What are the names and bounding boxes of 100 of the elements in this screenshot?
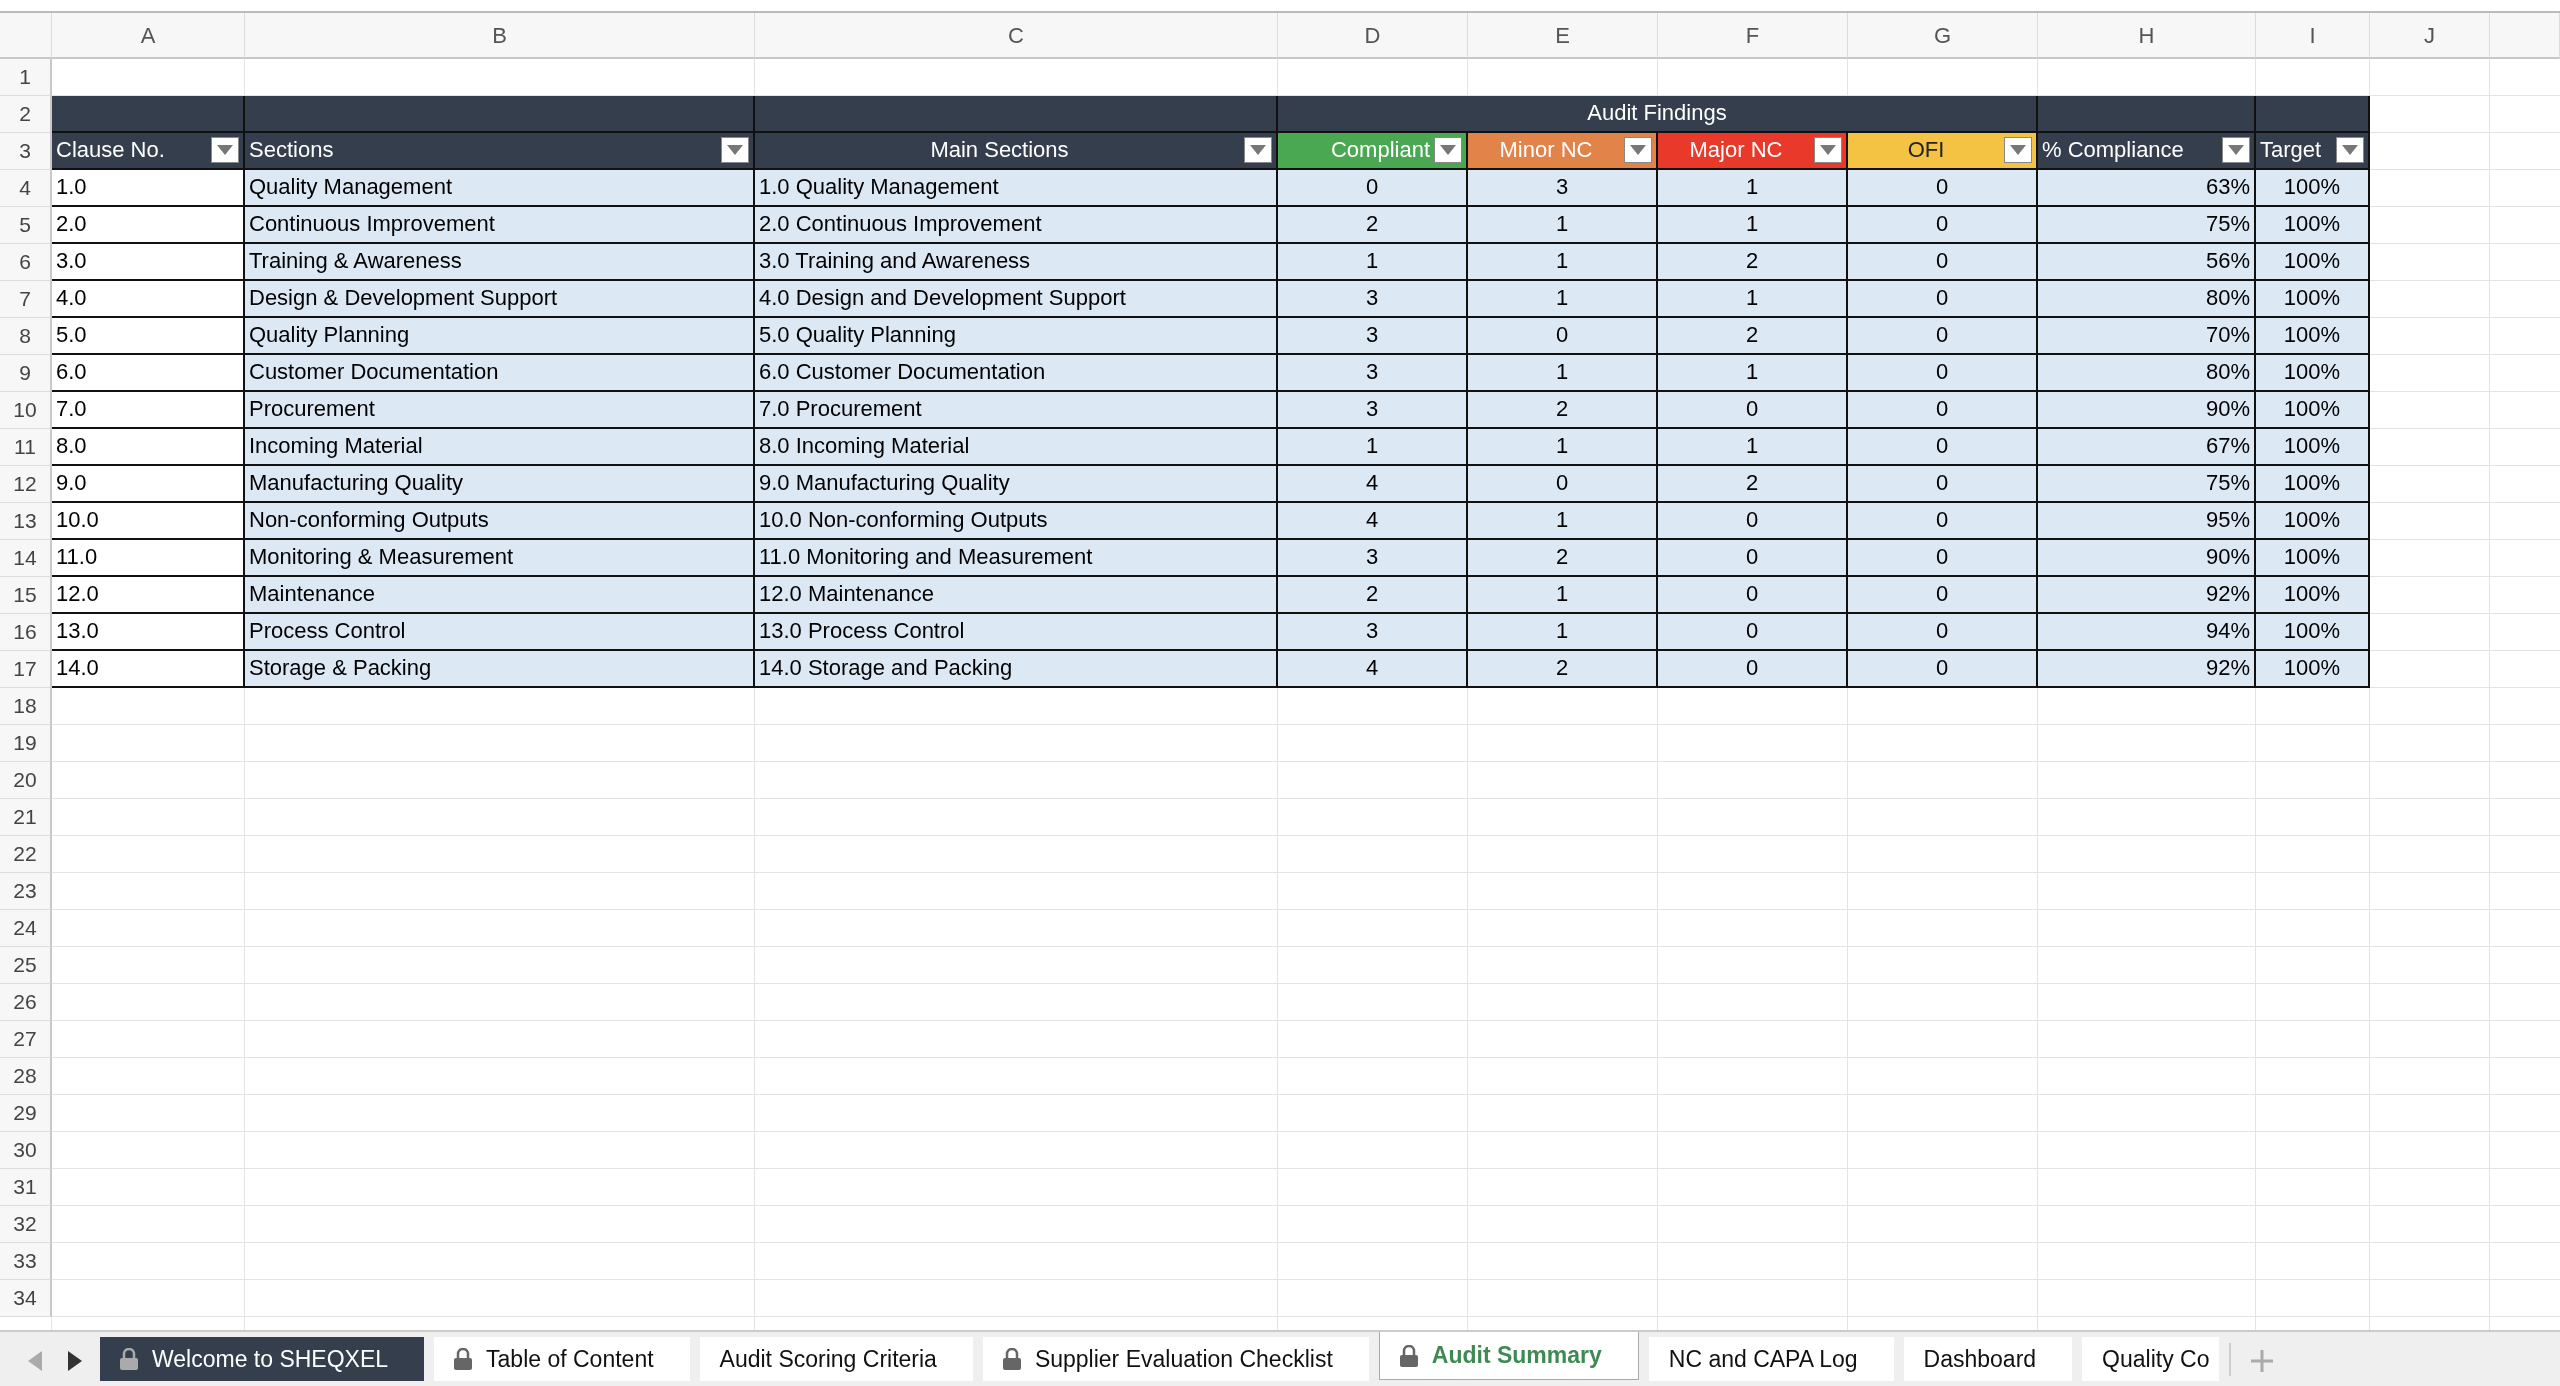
row-number[interactable]: 4 <box>0 170 52 207</box>
row-number[interactable]: 10 <box>0 392 52 429</box>
row-number[interactable]: 5 <box>0 207 52 244</box>
sheet-tab[interactable]: Welcome to SHEQXEL <box>100 1337 425 1381</box>
row-number[interactable]: 25 <box>0 947 52 984</box>
table-cell: 1 <box>1468 244 1658 281</box>
table-cell: 1 <box>1468 503 1658 540</box>
sheet-tab[interactable]: Dashboard <box>1903 1337 2073 1381</box>
sheet-tab[interactable]: Table of Content <box>434 1337 690 1381</box>
row-number[interactable]: 32 <box>0 1206 52 1243</box>
filter-dropdown-button[interactable] <box>211 136 239 163</box>
row-number[interactable]: 29 <box>0 1095 52 1132</box>
table-cell: 10.0 Non-conforming Outputs <box>755 503 1278 540</box>
row-number[interactable]: 24 <box>0 910 52 947</box>
table-cell: 80% <box>2038 281 2256 318</box>
row-number[interactable]: 26 <box>0 984 52 1021</box>
column-header[interactable]: J <box>2370 13 2490 59</box>
column-header[interactable]: C <box>755 13 1278 59</box>
table-cell: 1 <box>1658 170 1848 207</box>
row-number[interactable]: 33 <box>0 1243 52 1280</box>
column-header[interactable]: G <box>1848 13 2038 59</box>
table-cell: Procurement <box>245 392 755 429</box>
table-cell: 75% <box>2038 207 2256 244</box>
table-cell: 6.0 Customer Documentation <box>755 355 1278 392</box>
row-number[interactable]: 7 <box>0 281 52 318</box>
table-cell: 2 <box>1468 540 1658 577</box>
table-cell: 2 <box>1278 207 1468 244</box>
row-number[interactable]: 28 <box>0 1058 52 1095</box>
left-triangle-icon <box>28 1350 42 1371</box>
table-cell: 2 <box>1658 466 1848 503</box>
table-cell: 3 <box>1468 170 1658 207</box>
row-number[interactable]: 15 <box>0 577 52 614</box>
row-number[interactable]: 22 <box>0 836 52 873</box>
row-number[interactable]: 21 <box>0 799 52 836</box>
filter-dropdown-button[interactable] <box>2336 136 2364 163</box>
table-cell: 1 <box>1658 207 1848 244</box>
sheet-tab[interactable]: Quality Co <box>2082 1337 2220 1381</box>
row-number[interactable]: 2 <box>0 96 52 133</box>
table-cell: 100% <box>2256 355 2370 392</box>
filter-dropdown-button[interactable] <box>1244 136 1272 163</box>
row-number[interactable]: 19 <box>0 725 52 762</box>
column-header[interactable]: F <box>1658 13 1848 59</box>
sheet-tab[interactable]: Audit Summary <box>1378 1332 1639 1380</box>
column-header[interactable]: D <box>1278 13 1468 59</box>
table-cell: 100% <box>2256 466 2370 503</box>
row-number[interactable]: 12 <box>0 466 52 503</box>
filter-dropdown-button[interactable] <box>721 136 749 163</box>
table-cell: Quality Management <box>245 170 755 207</box>
row-number[interactable]: 17 <box>0 651 52 688</box>
sheet-tab[interactable]: Supplier Evaluation Checklist <box>982 1337 1369 1381</box>
table-cell: 0 <box>1848 281 2038 318</box>
column-title: Main Sections <box>929 136 1070 164</box>
table-cell: Incoming Material <box>245 429 755 466</box>
table-cell: 0 <box>1658 503 1848 540</box>
table-cell: 63% <box>2038 170 2256 207</box>
table-cell: 4 <box>1278 466 1468 503</box>
column-title: Target <box>2260 136 2323 164</box>
row-number[interactable]: 13 <box>0 503 52 540</box>
row-number[interactable]: 16 <box>0 614 52 651</box>
table-cell: 3 <box>1278 540 1468 577</box>
table-cell: 100% <box>2256 281 2370 318</box>
table-cell: 1 <box>1468 614 1658 651</box>
row-number[interactable]: 3 <box>0 133 52 170</box>
table-cell: 3 <box>1278 355 1468 392</box>
table-cell: 0 <box>1658 540 1848 577</box>
caret-icon <box>217 144 233 155</box>
sheet-tab[interactable]: NC and CAPA Log <box>1648 1337 1894 1381</box>
column-header[interactable]: H <box>2038 13 2256 59</box>
row-number[interactable]: 30 <box>0 1132 52 1169</box>
row-number[interactable]: 31 <box>0 1169 52 1206</box>
row-number[interactable]: 34 <box>0 1280 52 1317</box>
filter-dropdown-button[interactable] <box>2222 136 2250 163</box>
column-title: Compliant <box>1329 136 1430 164</box>
row-number[interactable]: 23 <box>0 873 52 910</box>
table-cell: 0 <box>1848 244 2038 281</box>
row-number[interactable]: 1 <box>0 59 52 96</box>
row-number[interactable]: 27 <box>0 1021 52 1058</box>
row-number[interactable]: 11 <box>0 429 52 466</box>
row-number[interactable]: 18 <box>0 688 52 725</box>
table-cell: 0 <box>1848 392 2038 429</box>
table-cell: 100% <box>2256 577 2370 614</box>
table-cell: 0 <box>1468 318 1658 355</box>
row-number[interactable]: 9 <box>0 355 52 392</box>
column-header[interactable]: B <box>245 13 755 59</box>
column-header[interactable]: E <box>1468 13 1658 59</box>
table-cell: 100% <box>2256 651 2370 688</box>
table-cell: 0 <box>1848 540 2038 577</box>
row-number[interactable]: 20 <box>0 762 52 799</box>
column-header[interactable]: I <box>2256 13 2370 59</box>
table-cell: 100% <box>2256 503 2370 540</box>
table-cell: 5.0 Quality Planning <box>755 318 1278 355</box>
row-number[interactable]: 14 <box>0 540 52 577</box>
sheet-tab[interactable]: Audit Scoring Criteria <box>699 1337 973 1381</box>
table-cell: 1 <box>1468 355 1658 392</box>
column-header[interactable]: A <box>52 13 245 59</box>
table-cell: 0 <box>1848 577 2038 614</box>
row-number[interactable]: 8 <box>0 318 52 355</box>
table-cell: 3 <box>1278 392 1468 429</box>
table-cell: Non-conforming Outputs <box>245 503 755 540</box>
row-number[interactable]: 6 <box>0 244 52 281</box>
